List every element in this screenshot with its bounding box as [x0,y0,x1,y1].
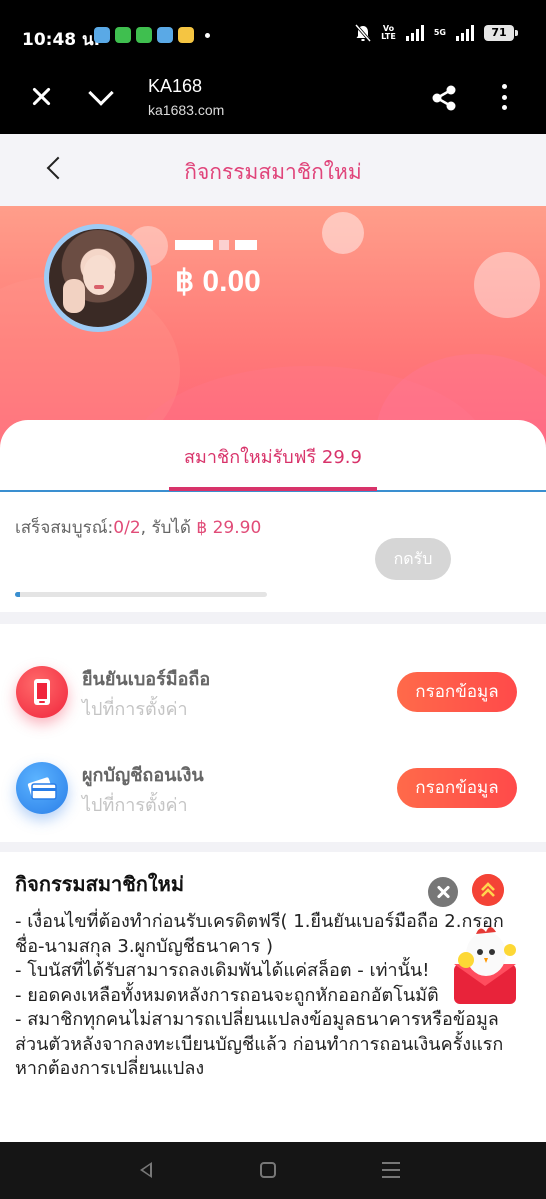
close-icon[interactable] [428,877,458,907]
decor-bubble [322,212,364,254]
task-bind-bank: ผูกบัญชีถอนเงิน ไปที่การตั้งค่า กรอกข้อม… [0,752,546,832]
task-subtitle[interactable]: ไปที่การตั้งค่า [82,790,188,819]
line-icon [115,27,131,43]
double-chevron-up-icon[interactable] [472,874,504,906]
task-subtitle[interactable]: ไปที่การตั้งค่า [82,694,188,723]
browser-url[interactable]: ka1683.com [148,102,224,118]
rules-title: กิจกรรมสมาชิกใหม่ [15,872,185,896]
balance-amount: ฿ 0.00 [175,265,261,298]
page-header: กิจกรรมสมาชิกใหม่ [0,134,546,206]
rule-line: - เงื่อนไขที่ต้องทำก่อนรับเครดิตฟรี( 1.ย… [15,911,504,957]
telegram-icon [157,27,173,43]
promotion-card: สมาชิกใหม่รับฟรี 29.9 เสร็จสมบูรณ์:0/2, … [0,420,546,612]
bank-card-icon [16,762,68,814]
phone-icon [16,666,68,718]
telegram-icon [94,27,110,43]
status-time: 10:48 น. [22,30,101,50]
task-verify-phone: ยืนยันเบอร์มือถือ ไปที่การตั้งค่า กรอกข้… [0,656,546,736]
nav-recents-icon[interactable] [382,1162,400,1178]
more-options-icon[interactable] [500,84,508,110]
signal-icon [405,25,424,41]
rule-line: - ยอดคงเหลือทั้งหมดหลังการถอนจะถูกหักออก… [15,984,439,1006]
battery-icon: 71 [484,25,518,41]
progress-count: 0/2 [113,518,141,538]
progress-bar [15,592,267,597]
task-list: ยืนยันเบอร์มือถือ ไปที่การตั้งค่า กรอกข้… [0,624,546,842]
rule-line: - สมาชิกทุกคนไม่สามารถเปลี่ยนแปลงข้อมูลธ… [15,1009,504,1079]
line-icon [136,27,152,43]
rooster-mascot-icon[interactable] [446,920,528,1010]
decor-bubble [474,252,540,318]
volte-indicator: Vo LTE [381,24,396,41]
more-notifications-dot [205,32,210,38]
close-icon[interactable] [30,85,52,107]
tab-new-member[interactable]: สมาชิกใหม่รับฟรี 29.9 [0,442,546,471]
rule-line: - โบนัสที่ได้รับสามารถลงเดิมพันได้แค่สล็… [15,960,430,981]
avatar [44,224,152,332]
notification-icons [94,27,210,43]
page-title: กิจกรรมสมาชิกใหม่ [184,160,362,184]
status-bar: 10:48 น. Vo LTE 5G 71 [0,0,546,72]
reward-amount: ฿ 29.90 [196,518,262,538]
chevron-down-icon[interactable] [88,80,114,106]
bell-off-icon [355,24,372,42]
claim-button[interactable]: กดรับ [375,538,451,580]
weather-icon [178,27,194,43]
nav-home-icon[interactable] [260,1162,276,1178]
task-title: ยืนยันเบอร์มือถือ [82,669,211,690]
fill-info-button[interactable]: กรอกข้อมูล [397,768,517,808]
progress-text: เสร็จสมบูรณ์:0/2, รับได้ ฿ 29.90 [15,518,262,538]
share-icon[interactable] [430,84,458,112]
network-type: 5G [433,28,446,37]
masked-username [175,240,257,250]
signal-icon [456,25,474,41]
system-nav-bar [0,1142,546,1199]
progress-fill [15,592,21,597]
browser-toolbar: KA168 ka1683.com [0,72,546,134]
task-title: ผูกบัญชีถอนเงิน [82,765,204,786]
fill-info-button[interactable]: กรอกข้อมูล [397,672,517,712]
rules-body: - เงื่อนไขที่ต้องทำก่อนรับเครดิตฟรี( 1.ย… [15,910,520,1082]
tab-active-indicator [169,487,377,491]
browser-title: KA168 [148,76,203,96]
nav-back-icon[interactable] [140,1162,152,1178]
